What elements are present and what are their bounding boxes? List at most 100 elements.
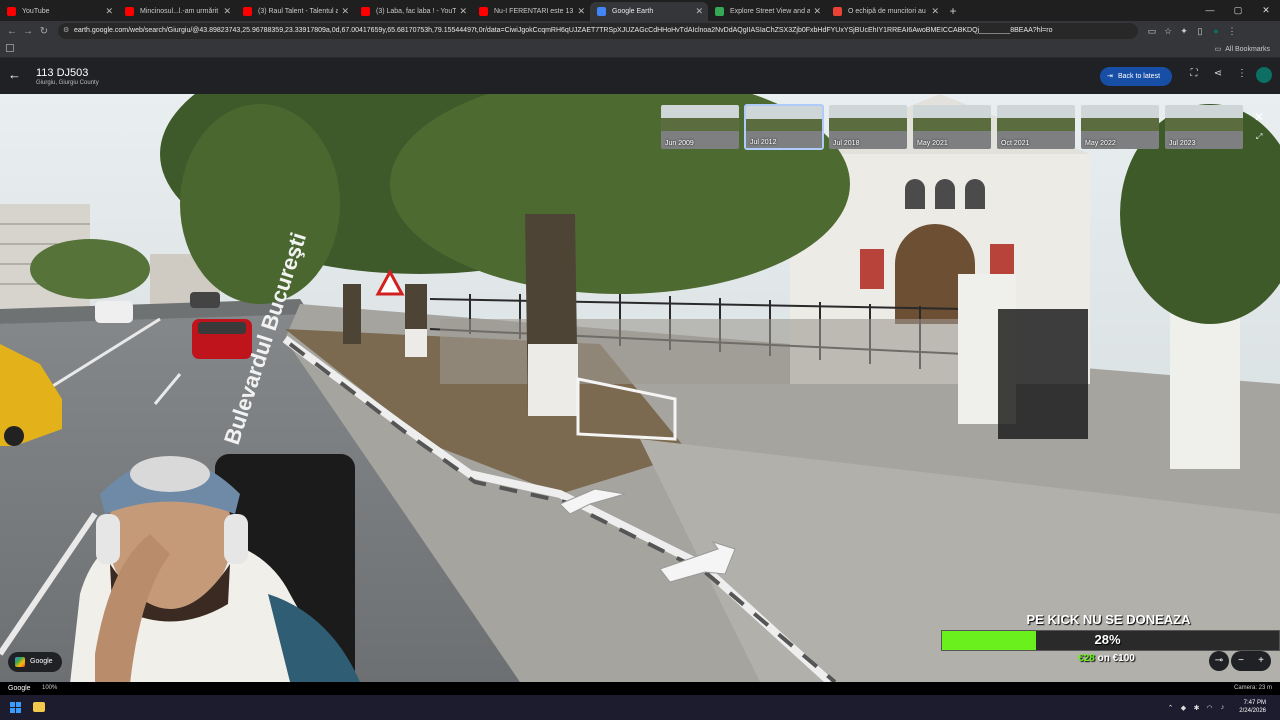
google-earth-icon xyxy=(15,657,25,667)
taskbar-clock[interactable]: 7:47 PM 2/24/2026 xyxy=(1239,699,1266,715)
timeline-date-label: Jul 2023 xyxy=(1169,140,1196,147)
status-google-logo: Google xyxy=(8,685,31,692)
earth-actions: ⛶ ⋖ ⋮ xyxy=(1182,68,1254,79)
earth-status-bar: Google 100% Camera: 23 m xyxy=(0,682,1280,695)
maximize-icon[interactable]: ▢ xyxy=(1224,0,1252,21)
back-arrow-icon[interactable]: ← xyxy=(8,67,21,82)
cast-icon[interactable]: ▭ xyxy=(1144,26,1160,37)
browser-tab[interactable]: YouTube ✕ xyxy=(0,2,118,21)
close-tab-icon[interactable]: ✕ xyxy=(105,2,113,21)
tab-title: Nu-I FERENTARI este 13 TOBO xyxy=(494,8,574,15)
close-timeline-icon[interactable]: ✕ xyxy=(1254,110,1264,124)
volume-icon[interactable]: ♪ xyxy=(1216,704,1229,711)
tray-app-icon[interactable]: ◆ xyxy=(1177,704,1190,712)
os-taskbar: ⌃ ◆ ✱ ◠ ♪ 7:47 PM 2/24/2026 xyxy=(0,695,1280,720)
icon-painting xyxy=(860,249,884,289)
timeline-date-label: Jul 2012 xyxy=(750,139,777,146)
browser-tab[interactable]: Nu-I FERENTARI este 13 TOBO✕ xyxy=(472,2,590,21)
all-bookmarks-label: All Bookmarks xyxy=(1225,46,1270,53)
minimize-icon[interactable]: — xyxy=(1196,0,1224,21)
browser-tab[interactable]: (3) Laba, fac laba ! - YouTube✕ xyxy=(354,2,472,21)
timeline-thumbnail[interactable]: Jul 2018 xyxy=(828,104,908,150)
site-info-icon[interactable]: ⚙ xyxy=(63,23,69,39)
fullscreen-icon[interactable]: ⛶ xyxy=(1182,68,1206,79)
donation-progress-bar: 28% xyxy=(941,630,1280,651)
timeline-thumbnail[interactable]: May 2021 xyxy=(912,104,992,150)
reload-icon[interactable]: ↻ xyxy=(36,26,52,37)
apps-icon[interactable] xyxy=(6,44,14,52)
timeline-thumbnail[interactable]: May 2022 xyxy=(1080,104,1160,150)
address-bar[interactable]: ⚙ earth.google.com/web/search/Giurgiu/@4… xyxy=(58,23,1138,39)
close-tab-icon[interactable]: ✕ xyxy=(341,2,349,21)
browser-tab[interactable]: Mincinosul...l.-am urmărit două✕ xyxy=(118,2,236,21)
timeline-date-label: Jun 2009 xyxy=(665,140,694,147)
close-tab-icon[interactable]: ✕ xyxy=(931,2,939,21)
window-controls: — ▢ ✕ xyxy=(1196,0,1280,21)
fence-base-wall xyxy=(440,319,960,384)
camera-altitude: Camera: 23 m xyxy=(1233,685,1272,691)
timeline-thumbnail[interactable]: Jul 2023 xyxy=(1164,104,1244,150)
browser-toolbar: ← → ↻ ⚙ earth.google.com/web/search/Giur… xyxy=(0,21,1280,41)
status-zoom[interactable]: 100% xyxy=(42,682,57,695)
tab-list: YouTube✕Mincinosul...l.-am urmărit două✕… xyxy=(0,2,944,21)
close-tab-icon[interactable]: ✕ xyxy=(813,2,821,21)
donation-raised: €28 xyxy=(1078,653,1095,664)
donation-amount: €28 on €100 xyxy=(933,653,1280,664)
back-icon[interactable]: ← xyxy=(4,26,20,37)
youtube-icon xyxy=(125,7,134,16)
close-window-icon[interactable]: ✕ xyxy=(1252,0,1280,21)
donation-goal: €100 xyxy=(1112,653,1135,664)
timeline-thumbnail[interactable]: Oct 2021 xyxy=(996,104,1076,150)
windows-start-icon[interactable] xyxy=(10,702,21,713)
youtube-icon xyxy=(361,7,370,16)
gmail-icon xyxy=(833,7,842,16)
bluetooth-icon[interactable]: ✱ xyxy=(1190,704,1203,712)
browser-tab[interactable]: Google Earth ✕ xyxy=(590,2,708,21)
street-view-panorama[interactable]: Bulevardul Bucureşti Jun 2009 Jul 2012 Jul… xyxy=(0,94,1280,682)
side-panel-icon[interactable]: ▯ xyxy=(1192,26,1208,37)
forward-icon[interactable]: → xyxy=(20,26,36,37)
street-scene: Bulevardul Bucureşti xyxy=(0,94,1280,682)
earth-icon xyxy=(597,7,606,16)
skip-forward-icon: ⇥ xyxy=(1107,73,1113,80)
file-explorer-icon[interactable] xyxy=(33,702,45,712)
tray-chevron-icon[interactable]: ⌃ xyxy=(1164,704,1177,712)
extensions-icon[interactable]: ✦ xyxy=(1176,26,1192,37)
imagery-timeline: Jun 2009 Jul 2012 Jul 2018 May 2021 Oct 2021… xyxy=(660,104,1248,150)
donation-of-word: on xyxy=(1097,653,1110,664)
timeline-date-label: May 2021 xyxy=(917,140,948,147)
tab-title: Mincinosul...l.-am urmărit două xyxy=(140,8,220,15)
browser-tab[interactable]: (3) Raul Talent - Talentul alia fin✕ xyxy=(236,2,354,21)
share-icon[interactable]: ⋖ xyxy=(1206,68,1230,79)
profile-avatar-icon[interactable]: ● xyxy=(1208,26,1224,37)
close-tab-icon[interactable]: ✕ xyxy=(223,2,231,21)
new-tab-button[interactable]: + xyxy=(944,2,962,21)
close-tab-icon[interactable]: ✕ xyxy=(695,2,703,21)
timeline-date-label: Jul 2018 xyxy=(833,140,860,147)
folder-icon: ▭ xyxy=(1214,46,1222,53)
close-tab-icon[interactable]: ✕ xyxy=(459,2,467,21)
more-options-icon[interactable]: ⋮ xyxy=(1230,68,1254,79)
timeline-thumbnail[interactable]: Jun 2009 xyxy=(660,104,740,150)
all-bookmarks-button[interactable]: ▭ All Bookmarks xyxy=(1215,41,1270,58)
timeline-thumbnail[interactable]: Jul 2012 xyxy=(744,104,824,150)
google-logo-chip[interactable]: Google xyxy=(8,652,62,672)
tab-title: O echipă de muncitori au dădu xyxy=(848,8,928,15)
youtube-icon xyxy=(243,7,252,16)
back-to-latest-button[interactable]: ⇥ Back to latest xyxy=(1100,67,1172,86)
browser-tab[interactable]: Explore Street View and add yo✕ xyxy=(708,2,826,21)
close-tab-icon[interactable]: ✕ xyxy=(577,2,585,21)
account-avatar[interactable] xyxy=(1256,67,1272,83)
earth-header: ← 113 DJ503 Giurgiu, Giurgiu County ⇥ Bac… xyxy=(0,58,1280,94)
browser-tab[interactable]: O echipă de muncitori au dădu✕ xyxy=(826,2,944,21)
donation-title: PE KICK NU SE DONEAZA xyxy=(1026,612,1191,627)
bookmarks-bar: ▭ All Bookmarks xyxy=(0,41,1280,58)
menu-icon[interactable]: ⋮ xyxy=(1224,26,1240,37)
timeline-date-label: Oct 2021 xyxy=(1001,140,1030,147)
wifi-icon[interactable]: ◠ xyxy=(1203,704,1216,712)
expand-timeline-icon[interactable]: ⤢ xyxy=(1256,132,1262,142)
bookmark-star-icon[interactable]: ☆ xyxy=(1160,26,1176,37)
tab-title: Google Earth xyxy=(612,8,654,15)
place-title: 113 DJ503 xyxy=(36,67,89,79)
donation-goal-widget: PE KICK NU SE DONEAZA 28% €28 on €100 xyxy=(941,612,1280,664)
